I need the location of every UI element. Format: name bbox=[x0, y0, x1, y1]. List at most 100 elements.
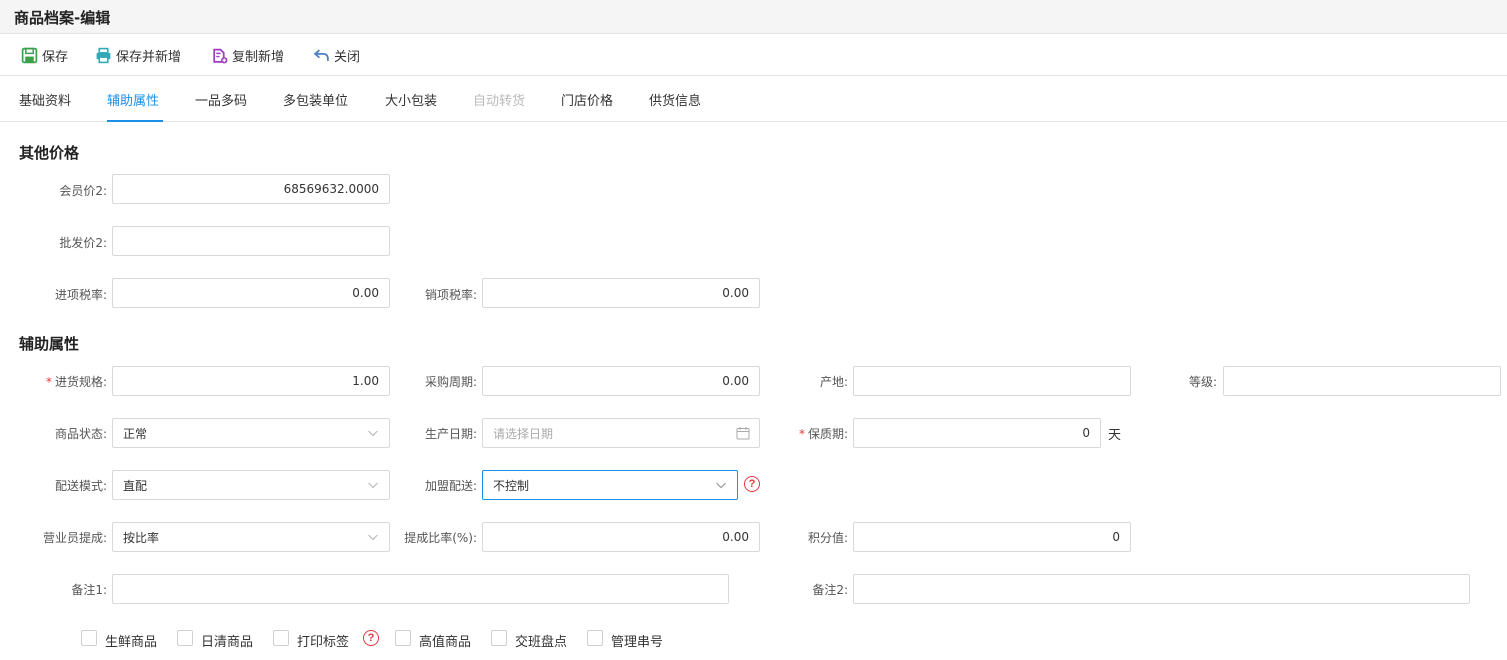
copy-add-icon bbox=[213, 48, 228, 63]
page-title: 商品档案-编辑 bbox=[14, 9, 111, 27]
save-and-new-button[interactable]: 保存并新增 bbox=[95, 45, 181, 65]
shelf-life-input[interactable]: 0 bbox=[853, 418, 1101, 448]
fresh-goods-checkbox[interactable] bbox=[81, 630, 97, 646]
spec-label: * 进货规格: bbox=[46, 373, 107, 390]
tab-large-small-package[interactable]: 大小包装 bbox=[385, 90, 437, 109]
spec-value: 1.00 bbox=[352, 374, 379, 388]
prod-date-picker[interactable]: 请选择日期 bbox=[482, 418, 760, 448]
help-icon[interactable]: ? bbox=[744, 476, 760, 492]
close-label: 关闭 bbox=[334, 49, 361, 65]
delivery-mode-value: 直配 bbox=[123, 478, 148, 493]
member-price2-input[interactable]: 68569632.0000 bbox=[112, 174, 390, 204]
shelf-life-label: * 保质期: bbox=[799, 425, 848, 442]
wholesale-price2-label: 批发价2: bbox=[59, 236, 107, 250]
note1-input[interactable] bbox=[112, 574, 729, 604]
sales-commission-label: 营业员提成: bbox=[42, 531, 107, 545]
shift-inventory-label[interactable]: 交班盘点 bbox=[515, 631, 567, 650]
output-tax-input[interactable]: 0.00 bbox=[482, 278, 760, 308]
note1-label: 备注1: bbox=[71, 583, 107, 597]
origin-label: 产地: bbox=[819, 375, 848, 389]
required-mark: * bbox=[45, 375, 52, 389]
tab-multi-barcode[interactable]: 一品多码 bbox=[195, 90, 247, 109]
daily-clear-label[interactable]: 日清商品 bbox=[201, 631, 253, 650]
chevron-down-icon bbox=[368, 430, 378, 437]
delivery-mode-label: 配送模式: bbox=[54, 479, 107, 493]
sales-commission-select[interactable]: 按比率 bbox=[112, 522, 390, 552]
status-select[interactable]: 正常 bbox=[112, 418, 390, 448]
shift-inventory-checkbox[interactable] bbox=[491, 630, 507, 646]
delivery-mode-select[interactable]: 直配 bbox=[112, 470, 390, 500]
purchase-cycle-value: 0.00 bbox=[722, 374, 749, 388]
calendar-icon bbox=[736, 427, 750, 440]
serial-number-checkbox[interactable] bbox=[587, 630, 603, 646]
franchise-delivery-label: 加盟配送: bbox=[424, 479, 477, 493]
shelf-life-label-text: 保质期: bbox=[807, 427, 848, 441]
active-tab-indicator bbox=[107, 120, 163, 122]
purchase-cycle-input[interactable]: 0.00 bbox=[482, 366, 760, 396]
tab-bar: 基础资料 辅助属性 一品多码 多包装单位 大小包装 自动转货 门店价格 供货信息 bbox=[0, 76, 1507, 122]
copy-and-new-button[interactable]: 复制新增 bbox=[211, 45, 284, 65]
chevron-down-icon bbox=[368, 482, 378, 489]
commission-rate-label: 提成比率(%): bbox=[404, 531, 477, 545]
save-and-new-label: 保存并新增 bbox=[116, 49, 182, 65]
shelf-life-value: 0 bbox=[1082, 426, 1090, 440]
high-value-checkbox[interactable] bbox=[395, 630, 411, 646]
franchise-delivery-select[interactable]: 不控制 bbox=[482, 470, 738, 500]
prod-date-label: 生产日期: bbox=[424, 427, 477, 441]
copy-and-new-label: 复制新增 bbox=[232, 49, 285, 65]
tab-aux-attributes[interactable]: 辅助属性 bbox=[107, 90, 159, 109]
print-label-label[interactable]: 打印标签 bbox=[297, 631, 349, 650]
serial-number-label[interactable]: 管理串号 bbox=[611, 631, 663, 650]
status-label: 商品状态: bbox=[54, 427, 107, 441]
tab-supply-info[interactable]: 供货信息 bbox=[649, 90, 701, 109]
points-value: 0 bbox=[1112, 530, 1120, 544]
status-value: 正常 bbox=[123, 426, 148, 441]
member-price2-value: 68569632.0000 bbox=[283, 182, 379, 196]
sales-commission-value: 按比率 bbox=[123, 530, 160, 545]
input-tax-label: 进项税率: bbox=[54, 288, 107, 302]
chevron-down-icon bbox=[368, 534, 378, 541]
save-icon bbox=[21, 47, 38, 63]
member-price2-label: 会员价2: bbox=[59, 184, 107, 198]
points-label: 积分值: bbox=[807, 531, 848, 545]
tab-store-price[interactable]: 门店价格 bbox=[561, 90, 613, 109]
commission-rate-input[interactable]: 0.00 bbox=[482, 522, 760, 552]
output-tax-value: 0.00 bbox=[722, 286, 749, 300]
input-tax-value: 0.00 bbox=[352, 286, 379, 300]
section-title-aux-attributes: 辅助属性 bbox=[19, 335, 80, 353]
tab-multi-package-unit[interactable]: 多包装单位 bbox=[283, 90, 348, 109]
grade-label: 等级: bbox=[1188, 375, 1217, 389]
help-icon[interactable]: ? bbox=[363, 630, 379, 646]
origin-input[interactable] bbox=[853, 366, 1131, 396]
daily-clear-checkbox[interactable] bbox=[177, 630, 193, 646]
input-tax-input[interactable]: 0.00 bbox=[112, 278, 390, 308]
window-titlebar: 商品档案-编辑 bbox=[0, 0, 1507, 34]
purchase-cycle-label: 采购周期: bbox=[424, 375, 477, 389]
fresh-goods-label[interactable]: 生鲜商品 bbox=[105, 631, 157, 650]
spec-input[interactable]: 1.00 bbox=[112, 366, 390, 396]
required-mark: * bbox=[798, 427, 805, 441]
toolbar: 保存 保存并新增 复制新增 关闭 bbox=[0, 34, 1507, 76]
wholesale-price2-input[interactable] bbox=[112, 226, 390, 256]
commission-rate-value: 0.00 bbox=[722, 530, 749, 544]
note2-label: 备注2: bbox=[812, 583, 848, 597]
tab-auto-transfer: 自动转货 bbox=[473, 94, 526, 109]
printer-icon bbox=[96, 47, 111, 63]
tab-basic-info[interactable]: 基础资料 bbox=[19, 90, 71, 109]
save-label: 保存 bbox=[42, 49, 69, 65]
prod-date-placeholder: 请选择日期 bbox=[493, 426, 554, 441]
grade-input[interactable] bbox=[1223, 366, 1501, 396]
franchise-delivery-value: 不控制 bbox=[493, 478, 530, 493]
points-input[interactable]: 0 bbox=[853, 522, 1131, 552]
section-title-other-price: 其他价格 bbox=[19, 144, 80, 162]
note2-input[interactable] bbox=[853, 574, 1470, 604]
chevron-down-icon bbox=[716, 482, 726, 489]
close-button[interactable]: 关闭 bbox=[313, 45, 360, 65]
output-tax-label: 销项税率: bbox=[424, 288, 477, 302]
spec-label-text: 进货规格: bbox=[54, 375, 107, 389]
high-value-label[interactable]: 高值商品 bbox=[419, 631, 471, 650]
save-button[interactable]: 保存 bbox=[21, 45, 68, 65]
undo-icon bbox=[313, 49, 329, 61]
shelf-life-unit: 天 bbox=[1108, 428, 1122, 443]
print-label-checkbox[interactable] bbox=[273, 630, 289, 646]
